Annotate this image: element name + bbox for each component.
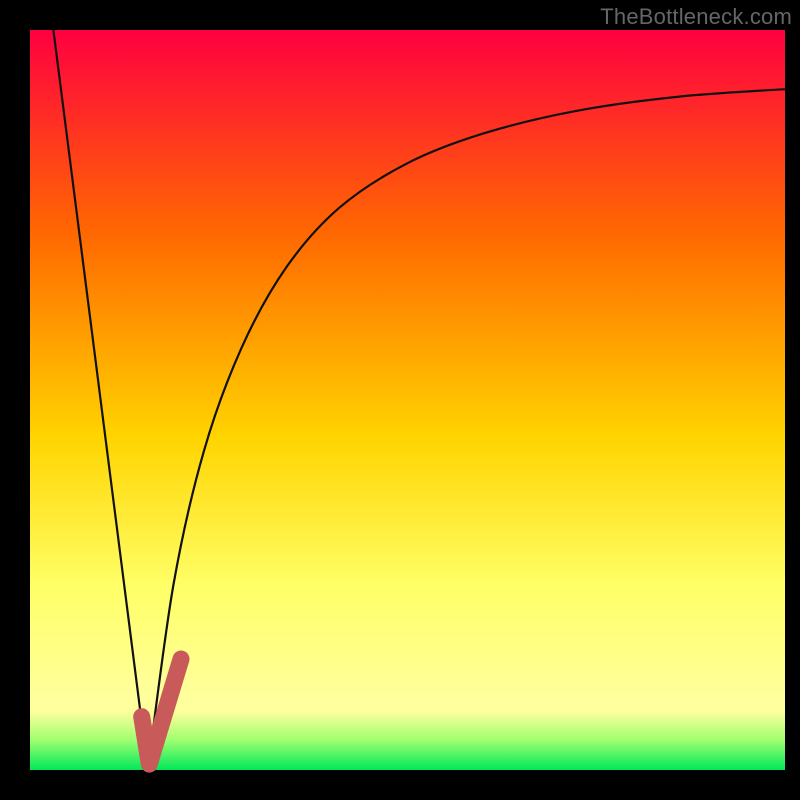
plot-background [30,30,785,770]
chart-stage: TheBottleneck.com [0,0,800,800]
bottleneck-chart [0,0,800,800]
attribution-label: TheBottleneck.com [600,4,792,30]
